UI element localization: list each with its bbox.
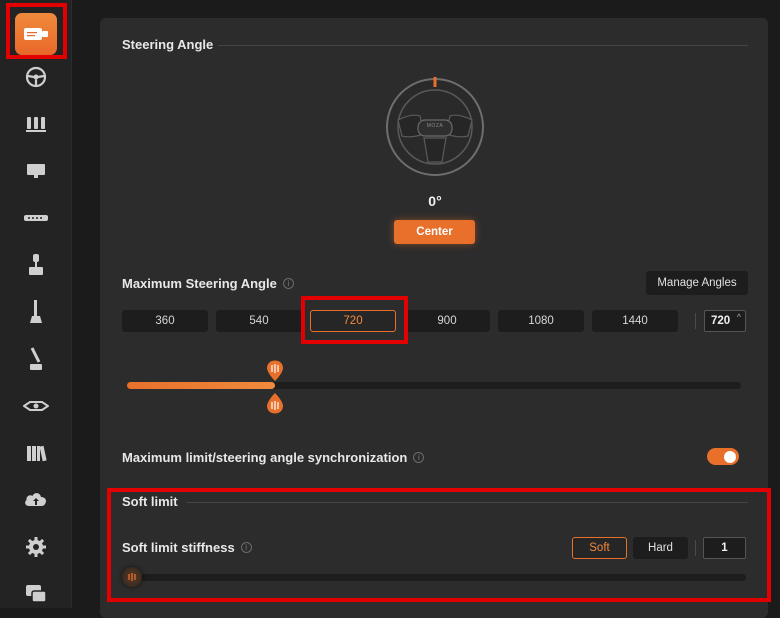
steering-angle-title: Steering Angle — [122, 37, 214, 52]
max-steering-angle-text: Maximum Steering Angle — [122, 276, 277, 291]
divider — [695, 540, 696, 556]
sequential-shifter-icon — [30, 347, 42, 370]
library-icon — [27, 445, 47, 462]
steering-wheel-icon — [25, 66, 47, 88]
soft-limit-title: Soft limit — [122, 494, 178, 509]
stiffness-slider-thumb[interactable] — [122, 567, 142, 587]
sidebar-item-pedals[interactable] — [0, 104, 72, 144]
angle-preset-540[interactable]: 540 — [216, 310, 302, 332]
divider — [695, 313, 696, 329]
slider-thumb-lower[interactable] — [266, 392, 284, 414]
sync-toggle[interactable] — [707, 448, 739, 465]
info-icon[interactable]: i — [413, 452, 425, 463]
handbrake-icon — [29, 254, 43, 275]
sidebar-item-settings[interactable] — [0, 527, 72, 567]
soft-limit-stiffness-text: Soft limit stiffness — [122, 540, 235, 555]
max-steering-angle-label: Maximum Steering Angle i — [122, 276, 294, 291]
angle-value-input[interactable]: 720 ^ — [704, 310, 746, 332]
cloud-upload-icon — [25, 493, 46, 506]
sidebar-item-dashboard[interactable] — [0, 151, 72, 191]
soft-mode-button[interactable]: Soft — [572, 537, 627, 559]
shifter-icon — [30, 300, 42, 323]
angle-preset-1440[interactable]: 1440 — [592, 310, 678, 332]
sidebar-item-steering-wheel[interactable] — [0, 57, 72, 97]
stiffness-value-input[interactable]: 1 — [703, 537, 746, 559]
steering-center-marker — [433, 77, 437, 87]
toggle-knob — [724, 450, 736, 463]
settings-panel: Steering Angle MOZA 0° Center Maximum St… — [100, 18, 768, 618]
info-icon[interactable]: i — [240, 542, 252, 553]
pedals-icon — [26, 117, 46, 132]
button-box-icon — [24, 215, 48, 221]
stiffness-slider[interactable] — [122, 574, 746, 581]
sidebar-item-library[interactable] — [0, 433, 72, 473]
sidebar-item-sequential-shifter[interactable] — [0, 339, 72, 379]
sidebar-item-wheelbase[interactable] — [0, 12, 72, 56]
angle-preset-1080[interactable]: 1080 — [498, 310, 584, 332]
sync-label: Maximum limit/steering angle synchroniza… — [122, 450, 425, 465]
sidebar-nav — [0, 0, 72, 608]
sidebar-item-support[interactable] — [0, 574, 72, 614]
hard-mode-button[interactable]: Hard — [633, 537, 688, 559]
settings-gear-icon — [26, 537, 46, 557]
sidebar-item-button-box[interactable] — [0, 198, 72, 238]
active-tab-tile — [15, 13, 57, 55]
angle-preset-900[interactable]: 900 — [404, 310, 490, 332]
sidebar-item-hub[interactable] — [0, 386, 72, 426]
section-divider — [186, 502, 748, 503]
manage-angles-button[interactable]: Manage Angles — [646, 271, 748, 295]
info-icon[interactable]: i — [282, 278, 294, 289]
sidebar-item-handbrake[interactable] — [0, 245, 72, 285]
sidebar-item-cloud[interactable] — [0, 480, 72, 520]
max-angle-slider[interactable] — [127, 382, 741, 389]
angle-value-text: 720 — [711, 315, 731, 327]
slider-fill — [127, 382, 275, 389]
stepper-up-icon[interactable]: ^ — [737, 314, 741, 321]
angle-preset-360[interactable]: 360 — [122, 310, 208, 332]
sidebar-item-shifter[interactable] — [0, 292, 72, 332]
sync-label-text: Maximum limit/steering angle synchroniza… — [122, 450, 408, 465]
center-button[interactable]: Center — [394, 220, 475, 244]
wheel-logo: MOZA — [426, 123, 444, 129]
angle-preset-720[interactable]: 720 — [310, 310, 396, 332]
soft-limit-stiffness-label: Soft limit stiffness i — [122, 540, 252, 555]
current-angle-readout: 0° — [428, 193, 442, 209]
grip-icon — [128, 573, 136, 581]
hub-icon — [23, 401, 49, 411]
support-chat-icon — [26, 585, 47, 603]
dashboard-display-icon — [27, 164, 45, 178]
section-divider — [218, 45, 748, 46]
wheelbase-icon — [24, 28, 48, 40]
slider-thumb-upper[interactable] — [266, 360, 284, 382]
